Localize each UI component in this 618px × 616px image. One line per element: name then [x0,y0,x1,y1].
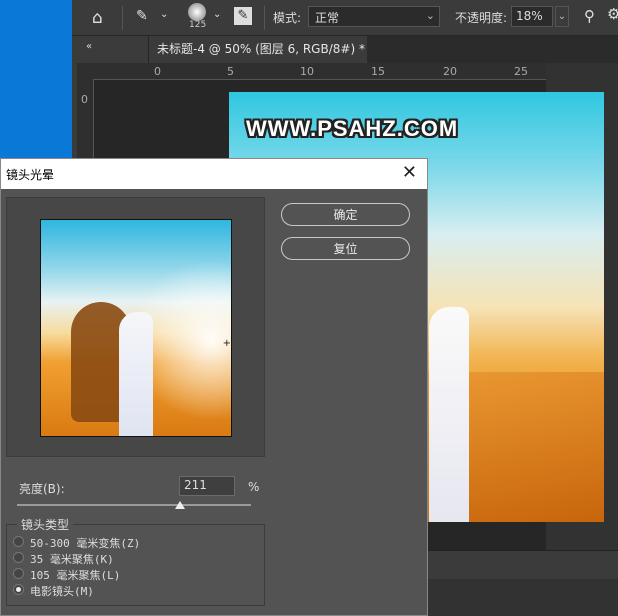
document-tabbar: 未标题-4 @ 50% (图层 6, RGB/8#) * × [149,36,618,83]
lens-option-label: 105 毫米聚焦(L) [30,569,121,582]
brush-preset-icon[interactable] [188,3,206,21]
lens-option-label: 35 毫米聚焦(K) [30,553,114,566]
radio-icon[interactable] [13,552,24,563]
dialog-title: 镜头光晕 [6,168,55,182]
ruler-tick: 15 [371,65,385,78]
mode-select[interactable]: 正常 ⌄ [308,6,440,27]
radio-icon[interactable] [13,568,24,579]
reset-button[interactable]: 复位 [281,237,410,260]
ruler-tick: 20 [443,65,457,78]
lens-option-label: 50-300 毫米变焦(Z) [30,537,141,550]
mode-label: 模式: [273,11,302,25]
horizontal-ruler: 0 5 10 15 20 25 [77,63,546,80]
brightness-slider-track[interactable] [17,504,251,506]
preview-panel: + [6,197,265,457]
panel-area [427,582,618,616]
brightness-input[interactable]: 211 [179,476,235,496]
brightness-slider-handle[interactable] [175,501,185,509]
flare-center-crosshair-icon[interactable]: + [223,338,231,349]
ruler-tick: 10 [300,65,314,78]
mode-value: 正常 [315,11,340,25]
search-icon[interactable]: ⚲ [584,7,595,25]
document-tab-title: 未标题-4 @ 50% (图层 6, RGB/8#) * [157,42,365,56]
brightness-label: 亮度(B): [19,482,65,496]
settings-icon[interactable]: ⚙ [607,5,618,23]
ok-button[interactable]: 确定 [281,203,410,226]
brush-size-value: 125 [189,20,207,30]
options-bar: ⌂ ✎ ⌄ 125 ⌄ ✎ 模式: 正常 ⌄ 不透明度: 18% ⌄ ⚲ ⚙ [72,0,618,36]
preview-image[interactable]: + [40,219,232,437]
chevron-down-icon[interactable]: ⌄ [555,6,569,27]
ruler-tick: 5 [227,65,234,78]
brush-icon[interactable]: ✎ [136,8,148,24]
lens-flare-dialog: 镜头光晕 ✕ + 确定 复位 亮度(B): 211 % 镜头类型 50-300 … [0,158,428,616]
document-tab[interactable]: 未标题-4 @ 50% (图层 6, RGB/8#) * × [149,36,367,83]
home-icon[interactable]: ⌂ [92,8,103,28]
watermark-text: WWW.PSAHZ.COM [246,116,459,141]
chevron-down-icon[interactable]: ⌄ [160,9,168,20]
radio-selected-icon[interactable] [13,584,24,595]
close-icon[interactable]: ✕ [402,162,417,183]
status-bar [427,550,618,579]
collapse-icon[interactable]: « [78,36,100,58]
dialog-titlebar: 镜头光晕 ✕ [1,159,427,189]
radio-icon[interactable] [13,536,24,547]
chevron-down-icon: ⌄ [425,9,435,22]
chevron-down-icon[interactable]: ⌄ [213,9,221,20]
ruler-tick: 25 [514,65,528,78]
percent-unit: % [248,480,260,494]
opacity-label: 不透明度: [455,11,508,25]
lens-type-title: 镜头类型 [17,516,74,533]
opacity-input[interactable]: 18% [511,6,553,27]
ruler-tick: 0 [154,65,161,78]
lens-option-label: 电影镜头(M) [30,585,94,598]
brush-panel-icon[interactable]: ✎ [234,7,252,25]
ruler-tick: 0 [81,93,88,106]
